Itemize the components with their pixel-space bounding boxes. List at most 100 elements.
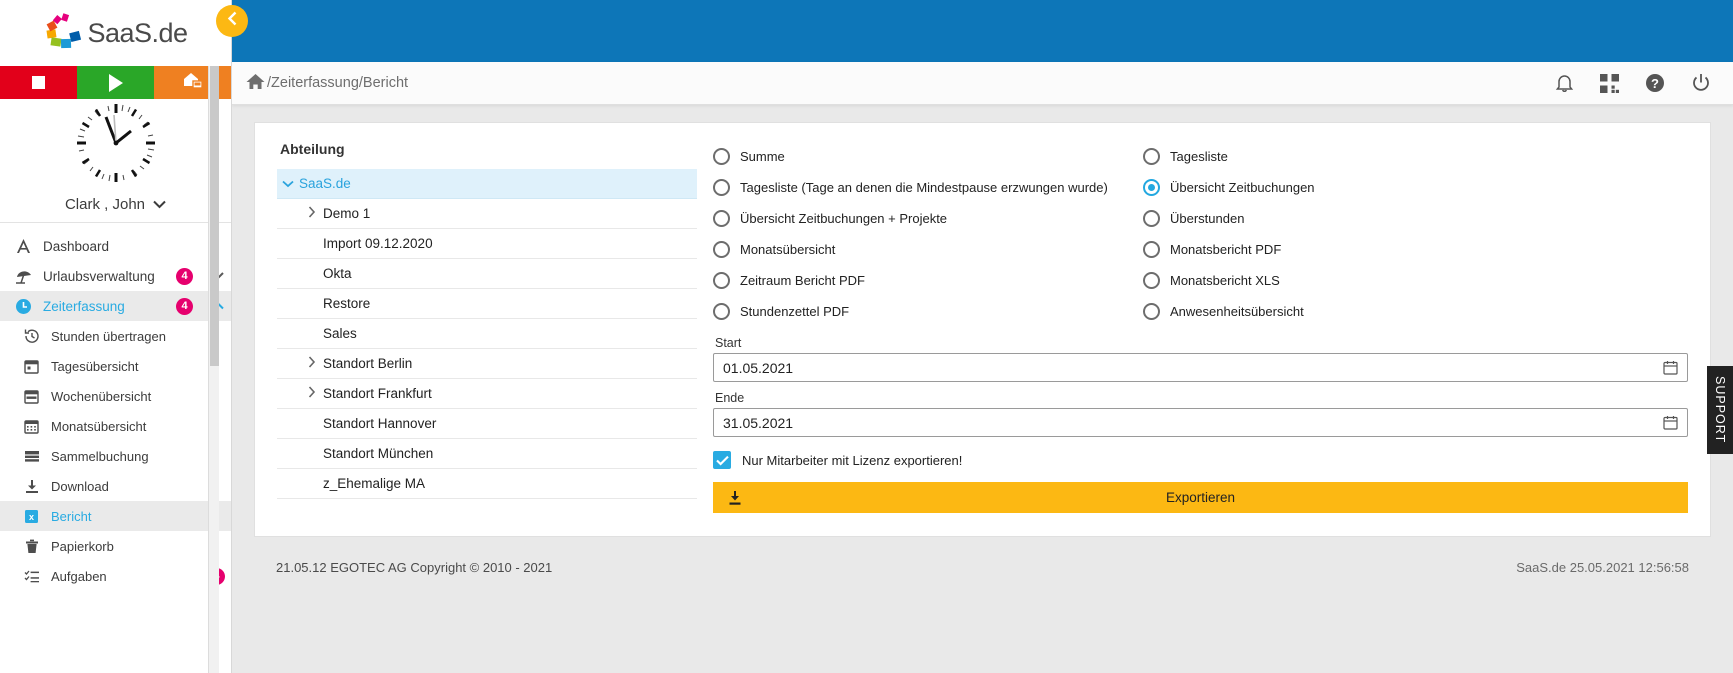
chevron-right-icon[interactable]	[301, 206, 323, 221]
tree-row[interactable]: SaaS.de	[277, 169, 697, 199]
user-name: Clark , John	[64, 196, 146, 213]
chevron-down-icon[interactable]	[277, 177, 299, 191]
sidebar-item-dashboard[interactable]: Dashboard	[0, 231, 231, 261]
chevron-left-icon	[227, 11, 238, 31]
sidebar-item-stunden-uebertragen[interactable]: Stunden übertragen	[0, 321, 231, 351]
sidebar-item-aufgaben[interactable]: Aufgaben 4	[0, 561, 231, 591]
sidebar-item-wochenuebersicht[interactable]: Wochenübersicht	[0, 381, 231, 411]
radio-tagesliste[interactable]: Tagesliste	[1143, 141, 1688, 172]
calendar-month-icon	[22, 419, 41, 434]
sidebar-item-label: Monatsübersicht	[51, 418, 147, 434]
radio-indicator[interactable]	[713, 210, 730, 227]
radio-label: Zeitraum Bericht PDF	[740, 273, 865, 288]
radio-monatsbericht-xls[interactable]: Monatsbericht XLS	[1143, 265, 1688, 296]
radio-label: Monatsübersicht	[740, 242, 836, 257]
radio-uebersicht-zeitbuchungen-projekte[interactable]: Übersicht Zeitbuchungen + Projekte	[713, 203, 1143, 234]
sidebar-item-tagesuebersicht[interactable]: Tagesübersicht	[0, 351, 231, 381]
radio-label: Übersicht Zeitbuchungen + Projekte	[740, 211, 948, 226]
radio-indicator[interactable]	[713, 241, 730, 258]
sidebar-item-sammelbuchung[interactable]: Sammelbuchung	[0, 441, 231, 471]
sidebar-item-label: Bericht	[51, 508, 92, 524]
radio-indicator[interactable]	[713, 148, 730, 165]
stop-button[interactable]	[0, 66, 77, 99]
logo-area: SaaS.de	[0, 0, 231, 66]
power-icon[interactable]	[1691, 73, 1711, 93]
sidebar-item-zeiterfassung[interactable]: Zeiterfassung 4	[0, 291, 231, 321]
tree-row[interactable]: Demo 1	[277, 199, 697, 229]
radio-label: Übersicht Zeitbuchungen	[1170, 180, 1315, 195]
excel-report-icon: x	[22, 509, 41, 524]
clock-icon	[14, 298, 33, 315]
tree-row[interactable]: z_Ehemalige MA	[277, 469, 697, 499]
sidebar-item-urlaubsverwaltung[interactable]: Urlaubsverwaltung 4	[0, 261, 231, 291]
sidebar-item-download[interactable]: Download	[0, 471, 231, 501]
radio-zeitraum-bericht-pdf[interactable]: Zeitraum Bericht PDF	[713, 265, 1143, 296]
start-button[interactable]	[77, 66, 154, 99]
radio-uebersicht-zeitbuchungen[interactable]: Übersicht Zeitbuchungen	[1143, 172, 1688, 203]
scrollbar-thumb[interactable]	[210, 66, 219, 366]
export-button[interactable]: Exportieren	[713, 482, 1688, 513]
sidebar-item-bericht[interactable]: x Bericht	[0, 501, 231, 531]
home-icon[interactable]	[246, 73, 265, 94]
radio-label: Stundenzettel PDF	[740, 304, 850, 319]
license-only-checkbox[interactable]	[713, 451, 731, 469]
svg-text:?: ?	[1651, 76, 1659, 91]
tree-row[interactable]: Standort München	[277, 439, 697, 469]
top-blue-bar	[232, 0, 1733, 62]
left-sidebar: SaaS.de Clark , John Dashboard Urlaubsve…	[0, 0, 232, 673]
calendar-day-icon	[22, 359, 41, 374]
radio-indicator[interactable]	[1143, 241, 1160, 258]
sidebar-scrollbar[interactable]: ▲	[208, 66, 219, 673]
radio-indicator[interactable]	[713, 303, 730, 320]
stop-icon	[32, 76, 45, 89]
radio-indicator[interactable]	[1143, 303, 1160, 320]
support-tab[interactable]: SUPPORT	[1707, 366, 1733, 454]
end-date-input[interactable]: 31.05.2021	[713, 408, 1688, 437]
sidebar-item-papierkorb[interactable]: Papierkorb	[0, 531, 231, 561]
tree-row[interactable]: Import 09.12.2020	[277, 229, 697, 259]
radio-stundenzettel-pdf[interactable]: Stundenzettel PDF	[713, 296, 1143, 327]
chevron-right-icon[interactable]	[301, 386, 323, 401]
homeoffice-button[interactable]	[154, 66, 231, 99]
tree-row[interactable]: Standort Berlin	[277, 349, 697, 379]
tree-row[interactable]: Restore	[277, 289, 697, 319]
radio-summe[interactable]: Summe	[713, 141, 1143, 172]
bell-icon[interactable]	[1555, 73, 1574, 93]
footer-timestamp: SaaS.de 25.05.2021 12:56:58	[1516, 559, 1689, 575]
radio-indicator[interactable]	[1143, 210, 1160, 227]
start-date-value: 01.05.2021	[723, 359, 794, 376]
radio-indicator[interactable]	[713, 272, 730, 289]
radio-monatsuebersicht[interactable]: Monatsübersicht	[713, 234, 1143, 265]
radio-indicator[interactable]	[1143, 148, 1160, 165]
radio-indicator[interactable]	[1143, 272, 1160, 289]
tree-row[interactable]: Okta	[277, 259, 697, 289]
radio-tagesliste-mindestpause[interactable]: Tagesliste (Tage an denen die Mindestpau…	[713, 172, 1143, 203]
radio-indicator[interactable]	[713, 179, 730, 196]
header-icon-bar: ?	[1555, 73, 1711, 93]
radio-ueberstunden[interactable]: Überstunden	[1143, 203, 1688, 234]
apps-grid-icon[interactable]	[1600, 73, 1619, 93]
radio-monatsbericht-pdf[interactable]: Monatsbericht PDF	[1143, 234, 1688, 265]
help-icon[interactable]: ?	[1645, 73, 1665, 93]
tree-row[interactable]: Standort Frankfurt	[277, 379, 697, 409]
sidebar-item-monatsuebersicht[interactable]: Monatsübersicht	[0, 411, 231, 441]
breadcrumb[interactable]: /Zeiterfassung/Bericht	[246, 73, 408, 94]
start-date-input[interactable]: 01.05.2021	[713, 353, 1688, 382]
user-menu[interactable]: Clark , John	[0, 187, 231, 223]
sidebar-item-label: Wochenübersicht	[51, 388, 152, 404]
tree-row-label: Demo 1	[323, 206, 371, 221]
radio-anwesenheitsuebersicht[interactable]: Anwesenheitsübersicht	[1143, 296, 1688, 327]
report-options: Summe Tagesliste (Tage an denen die Mind…	[697, 141, 1710, 536]
radio-label: Monatsbericht XLS	[1170, 273, 1280, 288]
sidebar-item-label: Sammelbuchung	[51, 448, 149, 464]
calendar-icon[interactable]	[1663, 415, 1678, 430]
chevron-right-icon[interactable]	[301, 356, 323, 371]
tree-row[interactable]: Sales	[277, 319, 697, 349]
license-only-checkbox-row[interactable]: Nur Mitarbeiter mit Lizenz exportieren!	[713, 451, 1688, 469]
radio-indicator[interactable]	[1143, 179, 1160, 196]
status-badge: 4	[176, 267, 193, 285]
sidebar-collapse-button[interactable]	[216, 5, 248, 37]
tree-row[interactable]: Standort Hannover	[277, 409, 697, 439]
sidebar-item-label: Dashboard	[43, 238, 110, 254]
calendar-icon[interactable]	[1663, 360, 1678, 375]
